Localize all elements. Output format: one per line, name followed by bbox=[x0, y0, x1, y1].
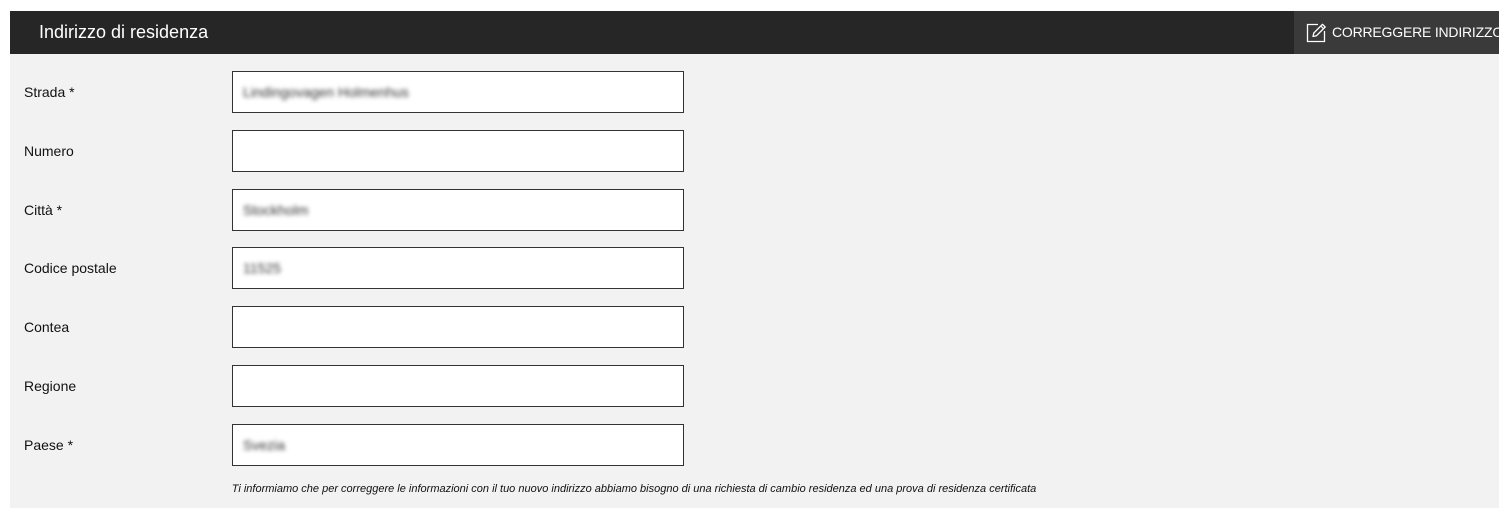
field-row-region: Regione bbox=[10, 365, 710, 407]
field-row-number: Numero bbox=[10, 130, 710, 172]
region-field[interactable] bbox=[232, 365, 684, 407]
postal-code-field[interactable] bbox=[232, 247, 684, 289]
region-label: Regione bbox=[24, 378, 77, 394]
field-row-county: Contea bbox=[10, 306, 710, 348]
street-input[interactable] bbox=[233, 72, 683, 112]
county-input[interactable] bbox=[233, 307, 683, 347]
panel-header: Indirizzo di residenza CORREGGERE INDIRI… bbox=[10, 11, 1499, 54]
county-label: Contea bbox=[24, 319, 70, 335]
field-row-street: Strada * bbox=[10, 71, 710, 113]
street-label: Strada * bbox=[24, 84, 75, 100]
country-label: Paese * bbox=[24, 437, 74, 453]
number-label: Numero bbox=[24, 143, 74, 159]
panel-title: Indirizzo di residenza bbox=[39, 22, 209, 42]
correct-address-label: CORREGGERE INDIRIZZO bbox=[1332, 24, 1499, 40]
region-input[interactable] bbox=[233, 366, 683, 406]
number-input[interactable] bbox=[233, 131, 683, 171]
edit-icon bbox=[1306, 23, 1326, 43]
field-row-country: Paese * bbox=[10, 424, 710, 466]
field-row-postal-code: Codice postale bbox=[10, 247, 710, 289]
county-field[interactable] bbox=[232, 306, 684, 348]
field-row-city: Città * bbox=[10, 189, 710, 231]
address-panel: Indirizzo di residenza CORREGGERE INDIRI… bbox=[10, 11, 1499, 508]
number-field[interactable] bbox=[232, 130, 684, 172]
postal-code-label: Codice postale bbox=[24, 260, 117, 276]
city-input[interactable] bbox=[233, 190, 683, 230]
correct-address-button[interactable]: CORREGGERE INDIRIZZO bbox=[1294, 11, 1499, 54]
country-input[interactable] bbox=[233, 425, 683, 465]
info-notice: Ti informiamo che per correggere le info… bbox=[231, 483, 1037, 495]
city-label: Città * bbox=[24, 202, 63, 218]
street-field[interactable] bbox=[232, 71, 684, 113]
postal-code-input[interactable] bbox=[233, 248, 683, 288]
city-field[interactable] bbox=[232, 189, 684, 231]
country-field[interactable] bbox=[232, 424, 684, 466]
